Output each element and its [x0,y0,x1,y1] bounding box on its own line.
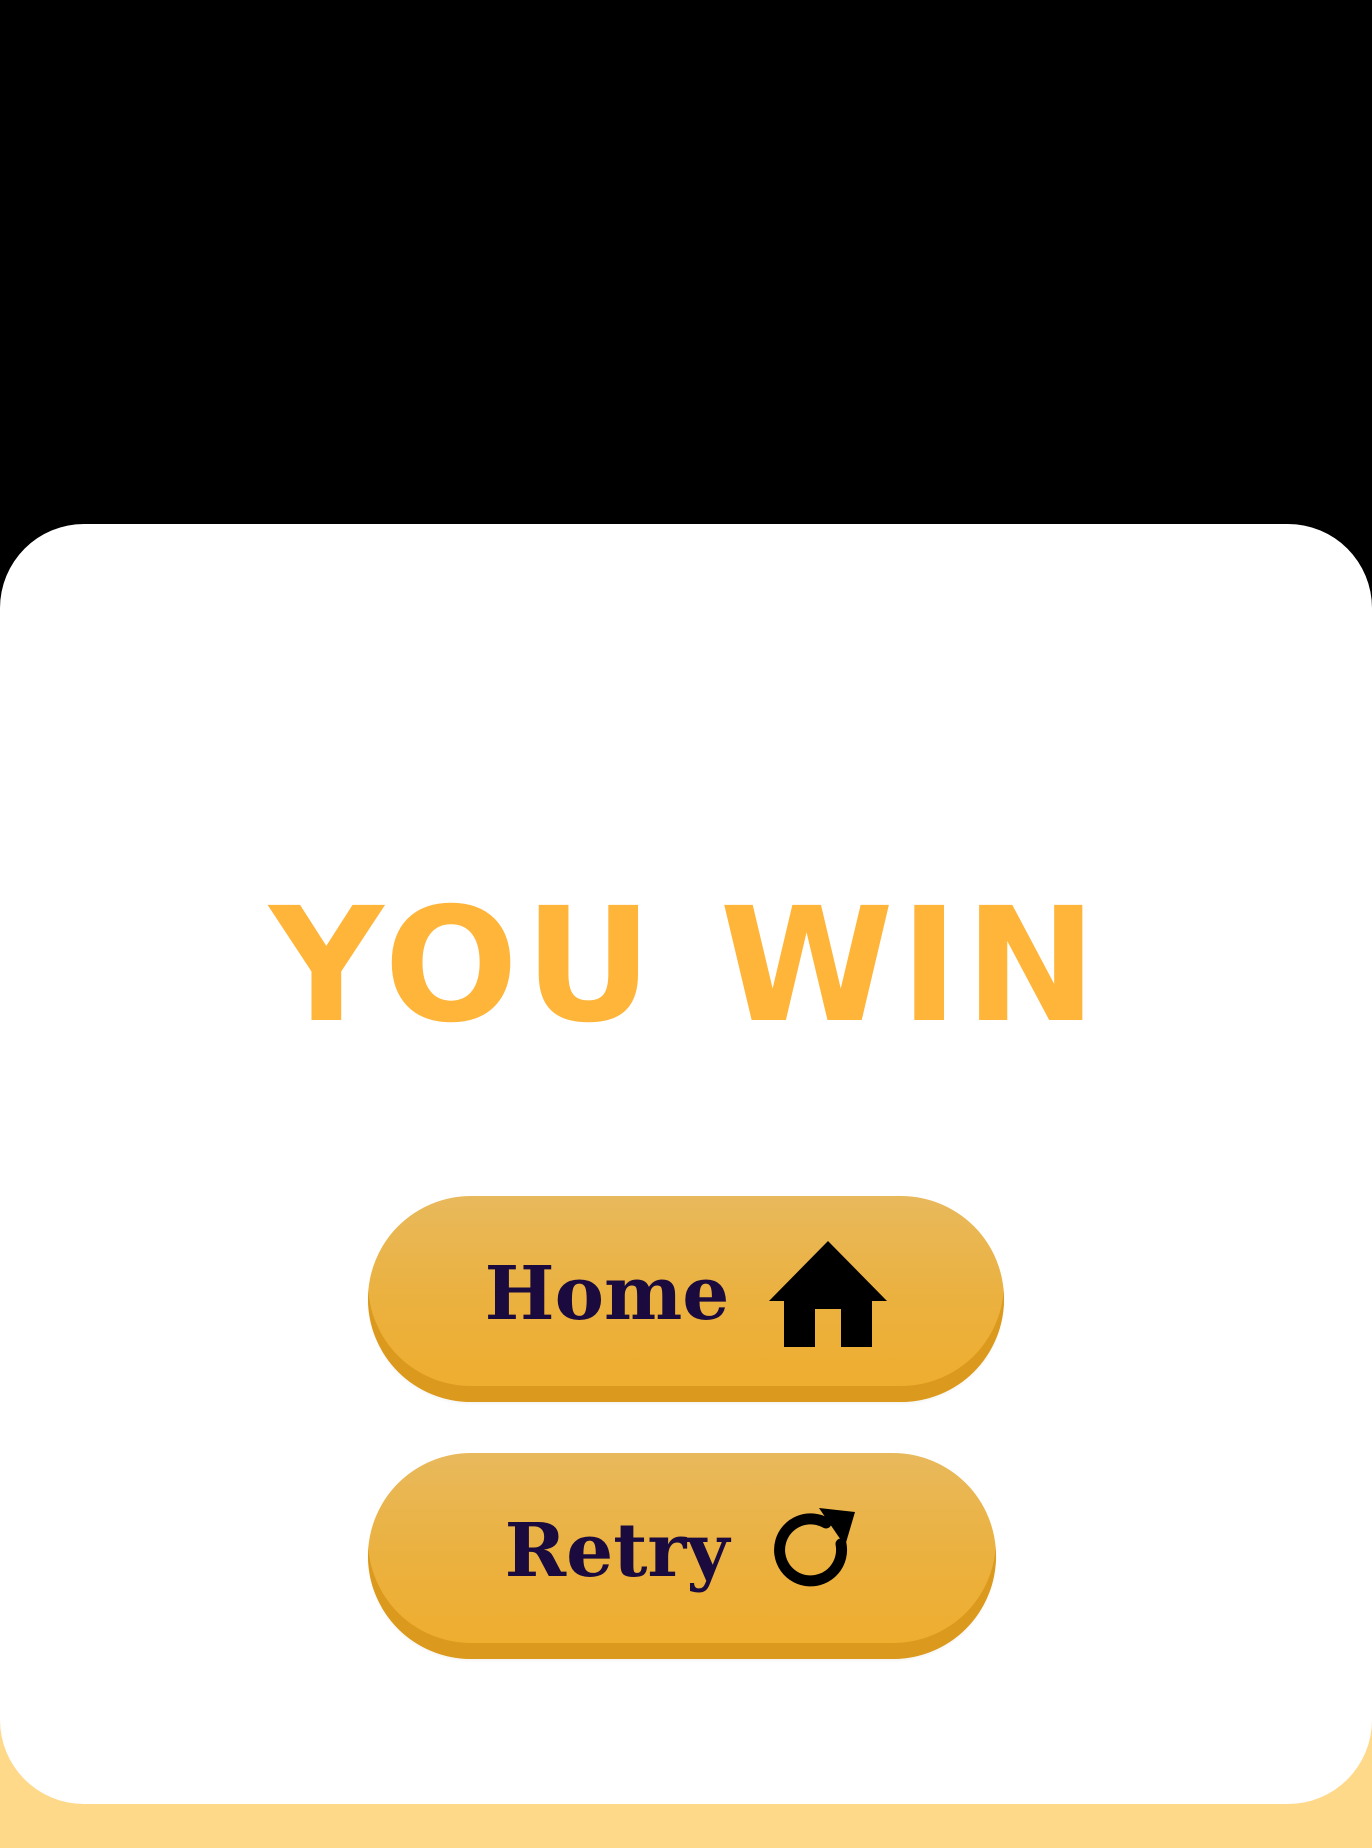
home-button[interactable]: Home [368,1196,1004,1402]
home-button-label: Home [484,1251,730,1337]
retry-button[interactable]: Retry [368,1453,996,1659]
home-icon [769,1241,888,1347]
game-over-screen: YOU WIN Home Retry [0,0,1372,1848]
retry-button-label: Retry [504,1508,730,1594]
result-title: YOU WIN [269,874,1103,1058]
refresh-icon [769,1506,859,1596]
